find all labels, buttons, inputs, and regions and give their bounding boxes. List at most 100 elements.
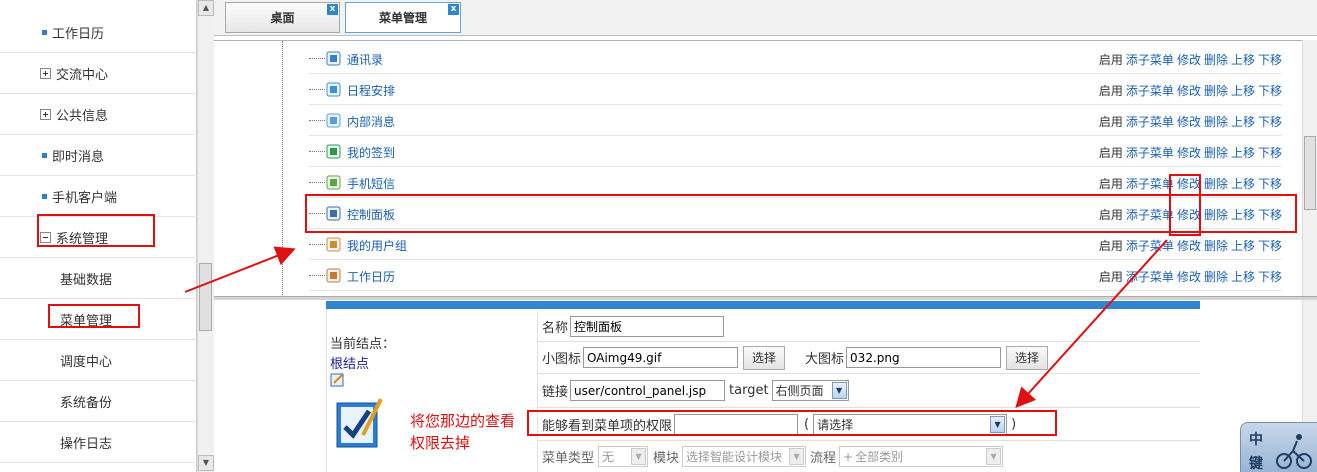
scrollbar-thumb[interactable] bbox=[199, 263, 212, 331]
enable-label[interactable]: 启用 bbox=[1099, 53, 1123, 67]
move-down-link[interactable]: 下移 bbox=[1258, 239, 1282, 253]
enable-label[interactable]: 启用 bbox=[1099, 177, 1123, 191]
move-down-link[interactable]: 下移 bbox=[1258, 270, 1282, 284]
sidebar-item-system-backup[interactable]: 系统备份 bbox=[0, 381, 197, 422]
enable-label[interactable]: 启用 bbox=[1099, 84, 1123, 98]
menu-item-name[interactable]: 内部消息 bbox=[347, 113, 395, 130]
edit-link[interactable]: 修改 bbox=[1177, 115, 1201, 129]
edit-link[interactable]: 修改 bbox=[1177, 53, 1201, 67]
menu-item-name[interactable]: 工作日历 bbox=[347, 268, 395, 285]
chevron-down-icon[interactable]: ▼ bbox=[631, 448, 647, 465]
enable-label[interactable]: 启用 bbox=[1099, 239, 1123, 253]
sidebar-item-mobile-client[interactable]: 手机客户端 bbox=[0, 176, 197, 217]
menu-item-name[interactable]: 手机短信 bbox=[347, 175, 395, 192]
delete-link[interactable]: 删除 bbox=[1204, 84, 1228, 98]
move-down-link[interactable]: 下移 bbox=[1258, 115, 1282, 129]
target-select[interactable]: 右侧页面 ▼ bbox=[771, 380, 849, 401]
flow-label: 流程 bbox=[810, 451, 837, 466]
move-up-link[interactable]: 上移 bbox=[1231, 84, 1255, 98]
sidebar-item-public-info[interactable]: 公共信息 bbox=[0, 94, 197, 135]
delete-link[interactable]: 删除 bbox=[1204, 115, 1228, 129]
sidebar-item-instant-message[interactable]: 即时消息 bbox=[0, 135, 197, 176]
scrollbar-thumb[interactable] bbox=[1304, 136, 1316, 210]
expand-icon[interactable] bbox=[40, 108, 51, 120]
chevron-down-icon[interactable]: ▼ bbox=[831, 382, 847, 399]
link-input[interactable] bbox=[570, 380, 726, 401]
menu-item-name[interactable]: 通讯录 bbox=[347, 51, 383, 68]
menu-item-name[interactable]: 日程安排 bbox=[347, 82, 395, 99]
row-actions: 启用 添子菜单 修改 删除 上移 下移 bbox=[1099, 113, 1282, 130]
tab-desktop[interactable]: 桌面 x bbox=[225, 2, 340, 33]
move-down-link[interactable]: 下移 bbox=[1258, 177, 1282, 191]
root-node-link[interactable]: 根结点 bbox=[330, 353, 369, 372]
sidebar-item-label: 操作日志 bbox=[60, 436, 113, 452]
move-down-link[interactable]: 下移 bbox=[1258, 84, 1282, 98]
scroll-down-icon[interactable]: ▼ bbox=[198, 455, 214, 471]
name-input[interactable] bbox=[570, 315, 725, 337]
add-child-link[interactable]: 添子菜单 bbox=[1126, 239, 1174, 253]
delete-link[interactable]: 删除 bbox=[1204, 239, 1228, 253]
small-icon-input[interactable] bbox=[583, 347, 739, 368]
menu-item-name[interactable]: 我的用户组 bbox=[347, 237, 407, 254]
delete-link[interactable]: 删除 bbox=[1204, 270, 1228, 284]
edit-link[interactable]: 修改 bbox=[1177, 239, 1201, 253]
sidebar-item-label: 公共信息 bbox=[56, 108, 109, 124]
sidebar-item-scheduler[interactable]: 调度中心 bbox=[0, 340, 197, 381]
module-select[interactable]: 选择智能设计模块 ▼ bbox=[682, 446, 807, 467]
sidebar-item-work-calendar[interactable]: 工作日历 bbox=[0, 12, 197, 53]
flow-select[interactable]: + 全部类别 ▼ bbox=[839, 446, 1004, 467]
small-icon-label: 小图标 bbox=[542, 352, 582, 367]
delete-link[interactable]: 删除 bbox=[1204, 177, 1228, 191]
move-down-link[interactable]: 下移 bbox=[1258, 53, 1282, 67]
add-child-link[interactable]: 添子菜单 bbox=[1126, 84, 1174, 98]
menu-item-name[interactable]: 我的签到 bbox=[347, 144, 395, 161]
scroll-up-icon[interactable]: ▲ bbox=[198, 0, 214, 16]
chevron-down-icon[interactable]: ▼ bbox=[789, 448, 805, 465]
delete-link[interactable]: 删除 bbox=[1204, 53, 1228, 67]
move-down-link[interactable]: 下移 bbox=[1258, 146, 1282, 160]
sidebar-item-communication[interactable]: 交流中心 bbox=[0, 53, 197, 94]
highlight-system-admin bbox=[37, 214, 155, 247]
add-child-link[interactable]: 添子菜单 bbox=[1126, 270, 1174, 284]
move-up-link[interactable]: 上移 bbox=[1231, 270, 1255, 284]
tab-bar: 桌面 x 菜单管理 x bbox=[214, 0, 1317, 36]
move-up-link[interactable]: 上移 bbox=[1231, 53, 1255, 67]
delete-link[interactable]: 删除 bbox=[1204, 146, 1228, 160]
sidebar-item-label: 手机客户端 bbox=[52, 190, 118, 206]
work-calendar-icon bbox=[326, 268, 341, 283]
add-child-link[interactable]: 添子菜单 bbox=[1126, 53, 1174, 67]
enable-label[interactable]: 启用 bbox=[1099, 115, 1123, 129]
edit-link[interactable]: 修改 bbox=[1177, 146, 1201, 160]
annotation-note: 将您那边的查看 权限去掉 bbox=[410, 410, 515, 454]
sidebar-item-operation-log[interactable]: 操作日志 bbox=[0, 422, 197, 463]
calendar-icon bbox=[326, 82, 341, 97]
choose-small-icon-button[interactable]: 选择 bbox=[743, 345, 786, 370]
enable-label[interactable]: 启用 bbox=[1099, 146, 1123, 160]
link-label: 链接 bbox=[542, 385, 569, 400]
edit-link[interactable]: 修改 bbox=[1177, 84, 1201, 98]
menu-type-select[interactable]: 无 ▼ bbox=[598, 446, 649, 467]
edit-link[interactable]: 修改 bbox=[1177, 270, 1201, 284]
choose-big-icon-button[interactable]: 选择 bbox=[1006, 345, 1049, 370]
close-icon[interactable]: x bbox=[327, 4, 338, 15]
move-up-link[interactable]: 上移 bbox=[1231, 177, 1255, 191]
menu-type-value: 无 bbox=[602, 450, 615, 464]
big-icon-input[interactable] bbox=[846, 347, 1002, 368]
add-child-link[interactable]: 添子菜单 bbox=[1126, 177, 1174, 191]
name-label: 名称 bbox=[542, 320, 569, 336]
sidebar-item-basic-data[interactable]: 基础数据 bbox=[0, 258, 197, 299]
form-row-link: 链接 target 右侧页面 ▼ bbox=[537, 374, 1200, 408]
add-child-link[interactable]: 添子菜单 bbox=[1126, 146, 1174, 160]
sidebar-scrollbar[interactable]: ▲ ▼ bbox=[197, 0, 214, 472]
close-icon[interactable]: x bbox=[448, 4, 459, 15]
chevron-down-icon[interactable]: ▼ bbox=[986, 448, 1002, 465]
tree-scrollbar[interactable] bbox=[1302, 40, 1317, 296]
move-up-link[interactable]: 上移 bbox=[1231, 146, 1255, 160]
move-up-link[interactable]: 上移 bbox=[1231, 115, 1255, 129]
floating-badge[interactable]: 中 键 bbox=[1240, 422, 1317, 472]
add-child-link[interactable]: 添子菜单 bbox=[1126, 115, 1174, 129]
enable-label[interactable]: 启用 bbox=[1099, 270, 1123, 284]
expand-icon[interactable] bbox=[40, 67, 51, 79]
tab-menu-management[interactable]: 菜单管理 x bbox=[345, 2, 461, 33]
move-up-link[interactable]: 上移 bbox=[1231, 239, 1255, 253]
